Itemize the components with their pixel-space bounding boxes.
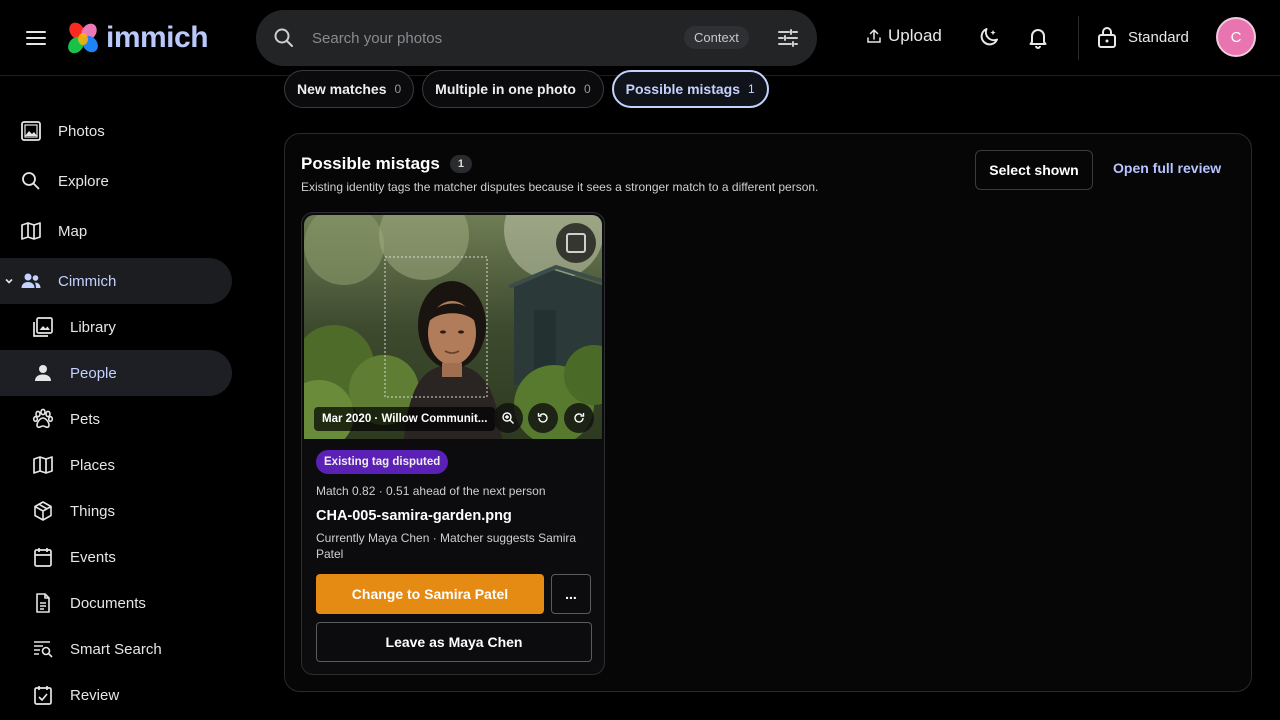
search-bar[interactable]: Context <box>256 10 817 66</box>
tab-label: New matches <box>297 81 387 97</box>
sidebar-item-places[interactable]: Places <box>0 442 232 488</box>
panel-title-text: Possible mistags <box>301 154 440 173</box>
sidebar-item-label: Smart Search <box>70 640 162 658</box>
document-icon <box>32 592 54 614</box>
filter-icon[interactable] <box>776 26 800 50</box>
paw-icon <box>32 408 54 430</box>
people-group-icon <box>20 270 42 292</box>
library-icon <box>32 316 54 338</box>
photos-icon <box>20 120 42 142</box>
sidebar-item-map[interactable]: Map <box>0 208 232 254</box>
cube-icon <box>32 500 54 522</box>
file-name: CHA-005-samira-garden.png <box>316 508 512 524</box>
mode-button[interactable]: Standard <box>1096 25 1189 49</box>
search-input[interactable] <box>312 26 672 50</box>
zoom-in-icon <box>502 412 514 424</box>
tab-multiple-in-one-photo[interactable]: Multiple in one photo 0 <box>422 70 604 108</box>
sidebar-item-label: Photos <box>58 122 105 140</box>
sidebar-item-explore[interactable]: Explore <box>0 158 232 204</box>
menu-icon[interactable] <box>24 26 48 50</box>
review-tabs: New matches 0 Multiple in one photo 0 Po… <box>284 70 769 108</box>
app-logo[interactable]: immich <box>64 18 209 58</box>
top-bar: immich Context Upload Standard C <box>0 0 1280 76</box>
zoom-button[interactable] <box>493 403 523 433</box>
search-icon <box>20 170 42 192</box>
sidebar-item-label: Things <box>70 502 116 520</box>
app-name: immich <box>106 21 209 54</box>
avatar[interactable]: C <box>1216 17 1256 57</box>
select-checkbox[interactable] <box>556 223 596 263</box>
sidebar-item-label: Library <box>70 318 116 336</box>
rotate-left-icon <box>537 413 548 423</box>
tab-possible-mistags[interactable]: Possible mistags 1 <box>611 70 769 108</box>
mistag-card: Mar 2020 · Willow Communit... Existing t… <box>301 212 605 675</box>
sidebar-item-things[interactable]: Things <box>0 488 232 534</box>
person-icon <box>32 362 54 384</box>
bell-icon[interactable] <box>1026 25 1050 49</box>
immich-logo-icon <box>68 22 98 54</box>
sidebar-item-pets[interactable]: Pets <box>0 396 232 442</box>
status-badge: Existing tag disputed <box>316 450 449 474</box>
change-person-button[interactable]: Change to Samira Patel <box>316 574 544 614</box>
sidebar-item-cimmich[interactable]: Cimmich <box>0 258 232 304</box>
sidebar-item-label: Cimmich <box>58 272 117 290</box>
sidebar-item-photos[interactable]: Photos <box>0 108 232 154</box>
count-badge: 1 <box>449 155 473 173</box>
rotate-right-button[interactable] <box>564 403 594 433</box>
tab-count: 0 <box>394 82 402 96</box>
sidebar-item-label: Review <box>70 686 120 704</box>
header-divider <box>1078 16 1079 60</box>
mistags-panel: Possible mistags 1 Existing identity tag… <box>284 133 1252 692</box>
upload-label: Upload <box>888 26 942 45</box>
chevron-down-icon[interactable] <box>2 270 16 292</box>
sidebar-item-documents[interactable]: Documents <box>0 580 232 626</box>
sidebar-item-label: Documents <box>70 594 146 612</box>
more-options-button[interactable]: ... <box>551 574 591 614</box>
photo-caption: Mar 2020 · Willow Communit... <box>314 407 496 431</box>
sidebar-item-label: Events <box>70 548 116 566</box>
sidebar-item-smart-search[interactable]: Smart Search <box>0 626 232 672</box>
moon-icon[interactable] <box>977 25 1001 49</box>
open-full-review-link[interactable]: Open full review <box>1113 160 1221 176</box>
upload-button[interactable]: Upload <box>866 26 942 46</box>
sidebar-item-people[interactable]: People <box>0 350 232 396</box>
sidebar-item-library[interactable]: Library <box>0 304 232 350</box>
sidebar-item-review[interactable]: Review <box>0 672 232 718</box>
mode-label: Standard <box>1128 28 1189 46</box>
search-icon[interactable] <box>272 26 296 50</box>
smart-search-icon <box>32 638 54 660</box>
sidebar-item-label: Places <box>70 456 116 474</box>
tab-new-matches[interactable]: New matches 0 <box>284 70 415 108</box>
sidebar-item-label: Map <box>58 222 88 240</box>
tab-count: 0 <box>583 82 591 96</box>
match-score: Match 0.82 · 0.51 ahead of the next pers… <box>316 484 546 498</box>
leave-tag-button[interactable]: Leave as Maya Chen <box>316 622 592 662</box>
upload-icon <box>867 28 881 43</box>
map-icon <box>32 454 54 476</box>
checkbox-icon <box>566 233 586 253</box>
sidebar-item-label: Explore <box>58 172 109 190</box>
tab-label: Possible mistags <box>625 81 741 97</box>
sidebar: Photos Explore Map Cimmich Library Peopl… <box>0 77 240 720</box>
lock-icon <box>1098 27 1116 48</box>
rotate-left-button[interactable] <box>528 403 558 433</box>
photo-thumbnail[interactable]: Mar 2020 · Willow Communit... <box>304 215 602 439</box>
map-icon <box>20 220 42 242</box>
sidebar-item-events[interactable]: Events <box>0 534 232 580</box>
rotate-right-icon <box>574 413 585 423</box>
tab-label: Multiple in one photo <box>435 81 576 97</box>
sidebar-item-label: Pets <box>70 410 101 428</box>
context-chip[interactable]: Context <box>684 26 749 49</box>
calendar-icon <box>32 546 54 568</box>
sidebar-item-label: People <box>70 364 117 382</box>
tab-count: 1 <box>748 82 755 96</box>
select-shown-button[interactable]: Select shown <box>975 150 1093 190</box>
panel-title: Possible mistags 1 <box>301 154 473 174</box>
panel-subtitle: Existing identity tags the matcher dispu… <box>301 180 819 194</box>
review-icon <box>32 684 54 706</box>
suggestion-text: Currently Maya Chen · Matcher suggests S… <box>316 531 577 561</box>
